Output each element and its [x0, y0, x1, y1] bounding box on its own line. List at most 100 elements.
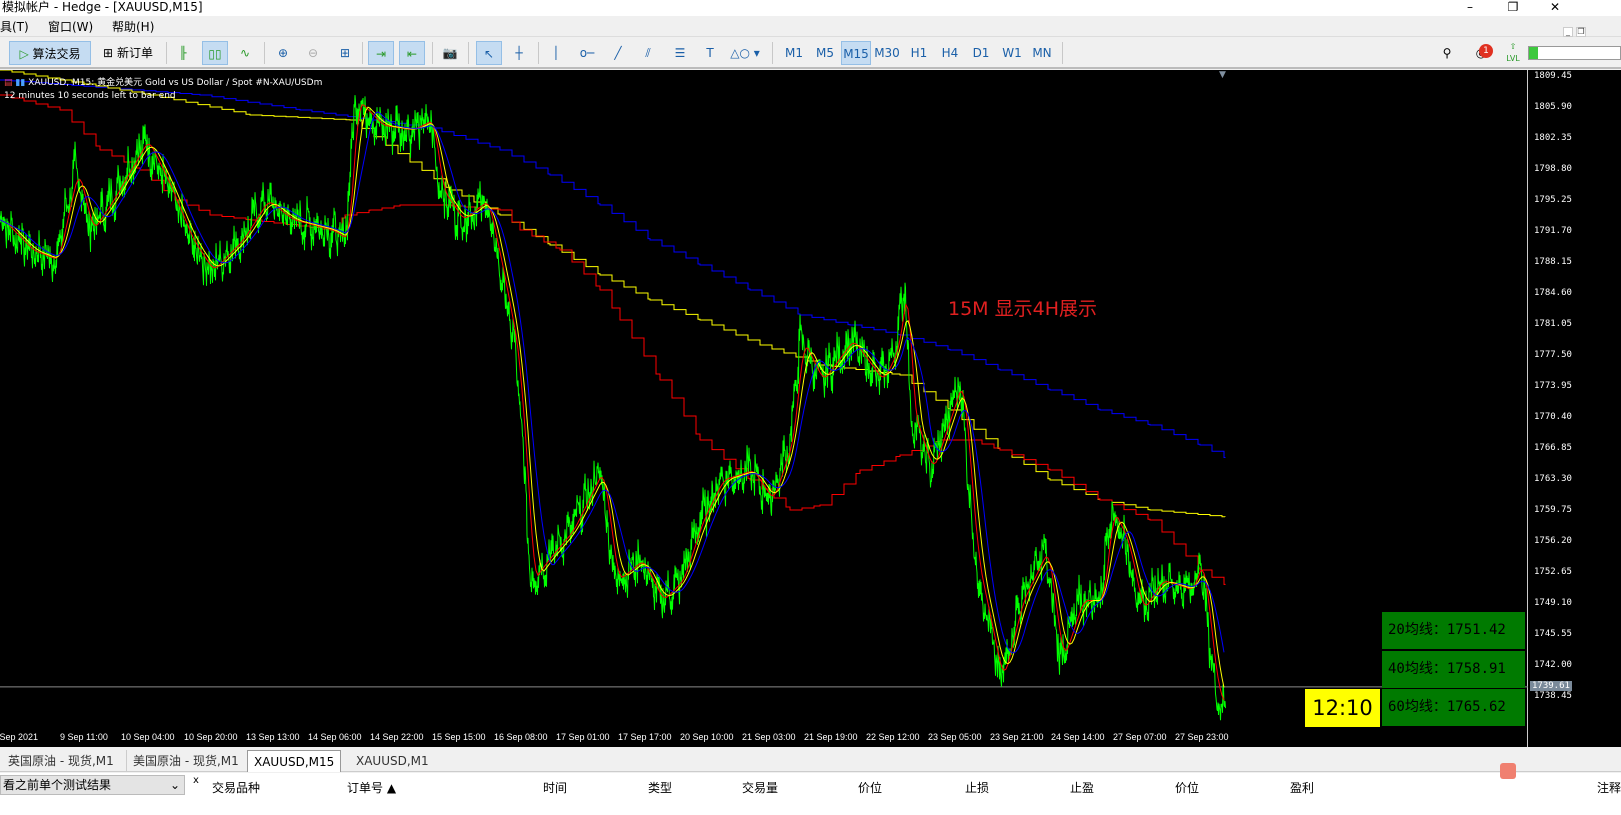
zoom-in-icon[interactable]: ⊕: [272, 41, 294, 65]
eahub-logo: [1500, 763, 1516, 779]
x-tick-label: 9 Sep 11:00: [60, 732, 108, 742]
line-chart-icon[interactable]: ∿: [234, 41, 256, 65]
chart-shift-icon[interactable]: ⇤: [399, 41, 425, 65]
horizontal-line-icon[interactable]: o─: [576, 41, 598, 65]
timeframe-m5[interactable]: M5: [813, 41, 837, 65]
chart-window[interactable]: ▤ ▮▮ XAUUSD, M15: 黄金兑美元 Gold vs US Dolla…: [0, 70, 1621, 747]
restore-button[interactable]: ❐: [1503, 0, 1523, 14]
column-header[interactable]: 交易量: [742, 779, 778, 796]
y-tick-label: 1773.95: [1534, 381, 1572, 391]
x-tick-label: 21 Sep 03:00: [742, 732, 796, 742]
timeframe-w1[interactable]: W1: [1000, 41, 1024, 65]
x-tick-label: 16 Sep 08:00: [494, 732, 548, 742]
x-tick-label: 23 Sep 05:00: [928, 732, 982, 742]
column-header[interactable]: 止损: [965, 779, 989, 796]
menu-help[interactable]: 帮助(H): [112, 17, 154, 37]
zoom-out-icon[interactable]: ⊖: [302, 41, 324, 65]
screenshot-icon[interactable]: 📷: [438, 41, 462, 65]
close-button[interactable]: ✕: [1545, 0, 1565, 14]
shapes-icon[interactable]: △○ ▾: [728, 41, 762, 65]
new-order-icon: ⊞: [103, 46, 114, 60]
x-tick-label: 13 Sep 13:00: [246, 732, 300, 742]
toolbar: ▷ 算法交易 ⊞ 新订单 ╟ ▯▯ ∿ ⊕ ⊖ ⊞ ⇥ ⇤ 📷 ↖ ┼ │ o─…: [0, 38, 1621, 69]
search-icon[interactable]: ⚲: [1437, 41, 1457, 65]
text-icon[interactable]: T: [700, 41, 720, 65]
menu-tools[interactable]: 具(T): [0, 17, 29, 37]
clock-box: 12:10: [1305, 689, 1380, 727]
minimize-button[interactable]: –: [1460, 0, 1480, 14]
lvl-icon[interactable]: ⇧ LVL: [1504, 41, 1522, 65]
y-tick-label: 1805.90: [1534, 102, 1572, 112]
timeframe-mn[interactable]: MN: [1030, 41, 1054, 65]
chart-plot-area[interactable]: [0, 70, 1528, 747]
column-header[interactable]: 盈利: [1290, 779, 1314, 796]
ma-long-blue-line: [0, 79, 1226, 458]
bar-chart-icon[interactable]: ╟: [172, 41, 194, 65]
timeframe-m1[interactable]: M1: [782, 41, 806, 65]
close-panel-icon[interactable]: x: [193, 775, 199, 786]
x-tick-label: 10 Sep 20:00: [184, 732, 238, 742]
timeframe-d1[interactable]: D1: [969, 41, 993, 65]
x-tick-label: 17 Sep 01:00: [556, 732, 610, 742]
tab-brent-m1[interactable]: 英国原油 - 现货,M1: [2, 750, 120, 772]
vertical-line-icon[interactable]: │: [546, 41, 566, 65]
column-header[interactable]: 止盈: [1070, 779, 1094, 796]
current-price-label: 1739.61: [1530, 681, 1572, 691]
y-tick-label: 1766.85: [1534, 443, 1572, 453]
mdi-minimize-button[interactable]: _: [1563, 27, 1573, 37]
mdi-restore-button[interactable]: ❐: [1576, 27, 1586, 37]
timeframe-h4[interactable]: H4: [938, 41, 962, 65]
notification-badge: 1: [1479, 44, 1493, 58]
grid-icon[interactable]: ⊞: [334, 41, 356, 65]
column-header[interactable]: 注释: [1597, 779, 1621, 796]
one-click-trading-icon[interactable]: ▮▮: [15, 78, 25, 88]
column-header[interactable]: 订单号 ▲: [347, 779, 396, 796]
y-tick-label: 1809.45: [1534, 71, 1572, 81]
y-tick-label: 1798.80: [1534, 164, 1572, 174]
ma-fast-red-line: [0, 104, 1225, 701]
chart-annotation: 15M 显示4H展示: [948, 298, 1097, 320]
x-tick-label: 22 Sep 12:00: [866, 732, 920, 742]
algo-trading-button[interactable]: ▷ 算法交易: [9, 41, 91, 65]
column-header[interactable]: 价位: [1175, 779, 1199, 796]
column-header[interactable]: 交易品种: [212, 779, 260, 796]
tab-xauusd-m15[interactable]: XAUUSD,M15: [247, 750, 342, 772]
autoscroll-icon[interactable]: ⇥: [368, 41, 394, 65]
bar-countdown: 12 minutes 10 seconds left to bar end: [4, 91, 176, 101]
y-tick-label: 1745.55: [1534, 629, 1572, 639]
y-tick-label: 1788.15: [1534, 257, 1572, 267]
y-tick-label: 1784.60: [1534, 288, 1572, 298]
tab-wti-m1[interactable]: 美国原油 - 现货,M1: [126, 750, 245, 772]
notifications-icon[interactable]: ◎1: [1468, 41, 1494, 65]
cursor-icon[interactable]: ↖: [476, 41, 502, 65]
new-order-button[interactable]: ⊞ 新订单: [96, 41, 160, 65]
y-tick-label: 1802.35: [1534, 133, 1572, 143]
crosshair-icon[interactable]: ┼: [508, 41, 530, 65]
y-tick-label: 1759.75: [1534, 505, 1572, 515]
y-tick-label: 1749.10: [1534, 598, 1572, 608]
chevron-down-icon: ⌄: [169, 778, 180, 792]
column-header[interactable]: 时间: [543, 779, 567, 796]
y-tick-label: 1756.20: [1534, 536, 1572, 546]
column-header[interactable]: 价位: [858, 779, 882, 796]
chart-header: ▤ ▮▮ XAUUSD, M15: 黄金兑美元 Gold vs US Dolla…: [4, 78, 323, 88]
channel-icon[interactable]: ⫽: [637, 41, 659, 65]
tab-xauusd-m1[interactable]: XAUUSD,M1: [350, 750, 435, 772]
menu-window[interactable]: 窗口(W): [48, 17, 93, 37]
trendline-icon[interactable]: ╱: [607, 41, 629, 65]
menu-bar: 具(T) 窗口(W) 帮助(H): [0, 17, 1621, 37]
x-tick-label: 14 Sep 06:00: [308, 732, 362, 742]
timeframe-m30[interactable]: M30: [872, 41, 902, 65]
test-result-dropdown[interactable]: 看之前单个测试结果 ⌄: [0, 775, 185, 795]
y-tick-label: 1777.50: [1534, 350, 1572, 360]
candlestick-icon[interactable]: ▯▯: [202, 41, 228, 65]
fibonacci-icon[interactable]: ☰: [668, 41, 692, 65]
timeframe-h1[interactable]: H1: [907, 41, 931, 65]
chart-shift-marker[interactable]: ▼: [1219, 70, 1226, 80]
column-header[interactable]: 类型: [648, 779, 672, 796]
chart-menu-icon[interactable]: ▤: [4, 78, 13, 88]
play-icon: ▷: [19, 47, 29, 61]
timeframe-m15[interactable]: M15: [841, 41, 871, 65]
window-title: 模拟帐户 - Hedge - [XAUUSD,M15]: [2, 0, 203, 14]
x-tick-label: 15 Sep 15:00: [432, 732, 486, 742]
